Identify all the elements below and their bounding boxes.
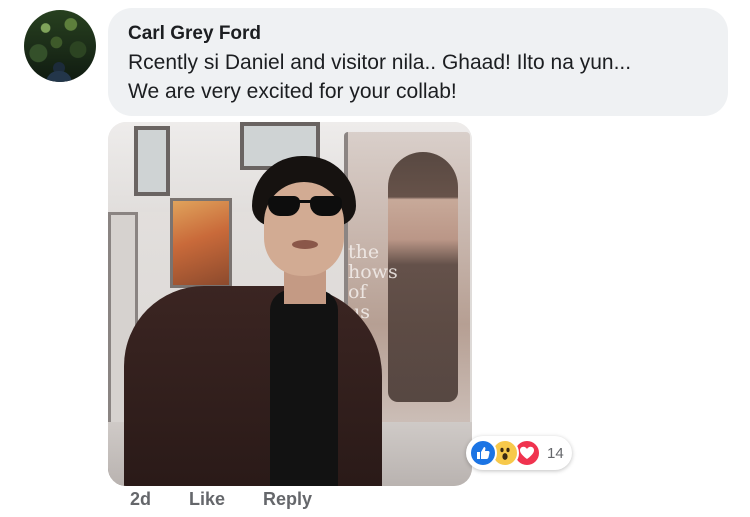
comment-actions: 2d Like Reply <box>130 489 350 510</box>
reaction-count: 14 <box>547 444 564 462</box>
comment-photo[interactable]: the hows of us <box>108 122 472 486</box>
person-shirt <box>270 290 338 486</box>
poster-title-line: of <box>348 281 367 303</box>
poster-title-line: the <box>348 241 380 263</box>
comment-text: Rcently si Daniel and visitor nila.. Gha… <box>128 48 708 106</box>
photo-window <box>134 126 170 196</box>
person-sunglasses <box>268 196 342 216</box>
avatar[interactable] <box>24 10 96 82</box>
avatar-figure-body <box>46 71 72 82</box>
comment-text-line-2: We are very excited for your collab! <box>128 80 457 103</box>
person-jacket <box>124 286 382 486</box>
like-button[interactable]: Like <box>189 489 225 510</box>
photo-poster-left <box>170 198 232 288</box>
like-icon <box>469 439 497 467</box>
poster-title-line: hows <box>348 261 398 283</box>
comment-author[interactable]: Carl Grey Ford <box>128 22 708 46</box>
reply-button[interactable]: Reply <box>263 489 312 510</box>
person-mouth <box>292 240 318 249</box>
reactions-summary[interactable]: 14 <box>466 436 572 470</box>
comment: Carl Grey Ford Rcently si Daniel and vis… <box>0 0 750 517</box>
comment-timestamp[interactable]: 2d <box>130 489 151 510</box>
poster-person <box>388 152 458 402</box>
comment-bubble: Carl Grey Ford Rcently si Daniel and vis… <box>108 8 728 116</box>
poster-title: the hows of us <box>348 242 398 322</box>
comment-text-line-1: Rcently si Daniel and visitor nila.. Gha… <box>128 51 632 74</box>
